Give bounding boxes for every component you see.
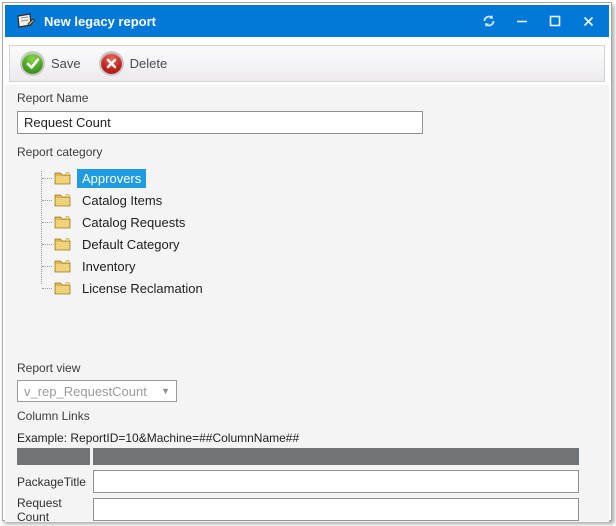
packagetitle-link-input[interactable] [93, 470, 579, 493]
table-row: PackageTitle [17, 470, 579, 493]
column-links-label: Column Links [17, 409, 597, 424]
request-count-link-input[interactable] [93, 498, 579, 521]
chevron-down-icon: ▼ [161, 386, 170, 396]
refresh-button[interactable] [482, 14, 496, 28]
maximize-icon [549, 15, 561, 27]
delete-label: Delete [130, 56, 168, 71]
save-label: Save [51, 56, 81, 71]
tree-item-approvers[interactable]: Approvers [41, 167, 597, 189]
maximize-button[interactable] [548, 14, 562, 28]
row-label-packagetitle: PackageTitle [17, 475, 93, 489]
save-check-icon [20, 51, 45, 76]
minimize-icon [516, 15, 528, 27]
tree-item-label: Inventory [77, 257, 140, 276]
report-view-select[interactable]: v_rep_RequestCount ▼ [17, 380, 177, 402]
folder-icon [54, 193, 71, 207]
category-tree: Approvers Catalog Items Catalog Requests [41, 167, 597, 299]
tree-item-label: Approvers [77, 169, 146, 188]
tree-item-catalog-items[interactable]: Catalog Items [41, 189, 597, 211]
report-name-label: Report Name [17, 91, 597, 106]
save-button[interactable]: Save [20, 51, 81, 76]
report-name-input[interactable] [17, 111, 423, 134]
folder-icon [54, 171, 71, 185]
grid-header-cell [93, 448, 579, 465]
tree-item-catalog-requests[interactable]: Catalog Requests [41, 211, 597, 233]
tree-item-label: Default Category [77, 235, 185, 254]
column-links-example: Example: ReportID=10&Machine=##ColumnNam… [17, 431, 597, 445]
toolbar-band: Save Delete [5, 37, 609, 85]
dialog-window: New legacy report [2, 2, 612, 521]
dialog-content: Report Name Report category Approvers [5, 85, 609, 522]
tree-item-default-category[interactable]: Default Category [41, 233, 597, 255]
report-view-value: v_rep_RequestCount [24, 384, 161, 399]
column-links-grid: PackageTitle Request Count [17, 448, 579, 521]
close-icon [583, 16, 594, 27]
delete-button[interactable]: Delete [99, 51, 168, 76]
tree-item-inventory[interactable]: Inventory [41, 255, 597, 277]
refresh-icon [482, 14, 496, 28]
folder-icon [54, 281, 71, 295]
report-category-label: Report category [17, 145, 597, 160]
folder-icon [54, 215, 71, 229]
tree-item-label: Catalog Requests [77, 213, 190, 232]
delete-x-icon [99, 51, 124, 76]
grid-header-cell [17, 448, 90, 465]
folder-icon [54, 237, 71, 251]
minimize-button[interactable] [515, 14, 529, 28]
report-note-icon [15, 12, 35, 30]
folder-icon [54, 259, 71, 273]
tree-item-label: Catalog Items [77, 191, 167, 210]
titlebar: New legacy report [5, 5, 609, 37]
tree-item-label: License Reclamation [77, 279, 208, 298]
tree-item-license-reclamation[interactable]: License Reclamation [41, 277, 597, 299]
row-label-request-count: Request Count [17, 496, 93, 524]
grid-header [17, 448, 579, 465]
toolbar: Save Delete [9, 45, 605, 82]
close-button[interactable] [581, 14, 595, 28]
window-title: New legacy report [44, 14, 482, 29]
report-view-label: Report view [17, 361, 597, 376]
table-row: Request Count [17, 498, 579, 521]
